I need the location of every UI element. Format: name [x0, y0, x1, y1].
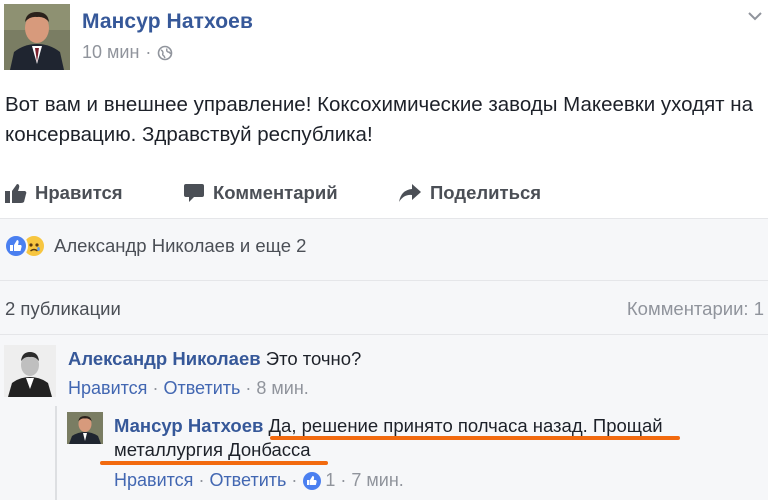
reactions-summary[interactable]: Александр Николаев и еще 2: [4, 234, 306, 258]
avatar[interactable]: [4, 345, 56, 397]
like-reaction-icon: [4, 234, 28, 258]
like-label: Нравится: [35, 182, 123, 203]
reply-actions: Нравится · Ответить · 1 · 7 мин.: [114, 470, 404, 491]
like-reaction-icon[interactable]: [303, 471, 322, 490]
chevron-down-icon[interactable]: [748, 8, 762, 21]
reply-like-link[interactable]: Нравится: [114, 470, 193, 491]
comment-button[interactable]: Комментарий: [183, 182, 338, 204]
comment-time[interactable]: 8 мин.: [256, 378, 308, 398]
meta-separator: ·: [145, 42, 152, 62]
reactions-text[interactable]: Александр Николаев и еще 2: [54, 235, 306, 257]
comment-reply-link[interactable]: Ответить: [163, 378, 240, 398]
reply-thread-line: [55, 406, 57, 500]
post-author-name[interactable]: Мансур Натхоев: [82, 10, 253, 34]
divider: [0, 334, 768, 335]
reply-reply-link[interactable]: Ответить: [209, 470, 286, 491]
thumbs-up-icon: [5, 183, 27, 203]
reply-time[interactable]: 7 мин.: [351, 470, 403, 491]
comment-body: Александр Николаев Это точно?: [68, 348, 361, 370]
like-button[interactable]: Нравится: [5, 182, 123, 204]
share-button[interactable]: Поделиться: [398, 182, 541, 204]
action-bar: Нравится Комментарий Поделиться: [0, 170, 768, 216]
globe-icon[interactable]: [157, 45, 173, 61]
comments-count[interactable]: Комментарии: 1: [627, 298, 764, 320]
share-icon: [398, 183, 422, 203]
highlight-underline: [100, 461, 328, 465]
reply-author[interactable]: Мансур Натхоев: [114, 415, 263, 436]
highlight-underline: [270, 436, 680, 440]
comment-like-link[interactable]: Нравится: [68, 378, 147, 398]
reply-like-count[interactable]: 1: [325, 470, 335, 491]
comment-icon: [183, 183, 205, 203]
avatar[interactable]: [67, 412, 103, 444]
post-header: Мансур Натхоев 10 мин ·: [0, 0, 768, 84]
comment-label: Комментарий: [213, 182, 338, 203]
comment-author[interactable]: Александр Николаев: [68, 348, 261, 369]
post-meta: 10 мин ·: [82, 42, 173, 63]
share-label: Поделиться: [430, 182, 542, 203]
avatar[interactable]: [4, 4, 70, 70]
comment-actions: Нравится · Ответить · 8 мин.: [68, 378, 309, 398]
comment-text: Это точно?: [265, 348, 362, 369]
shares-count[interactable]: 2 публикации: [5, 298, 121, 320]
post-time[interactable]: 10 мин: [82, 42, 139, 63]
divider: [0, 280, 768, 281]
post-text: Вот вам и внешнее управление! Коксохимич…: [5, 93, 753, 146]
